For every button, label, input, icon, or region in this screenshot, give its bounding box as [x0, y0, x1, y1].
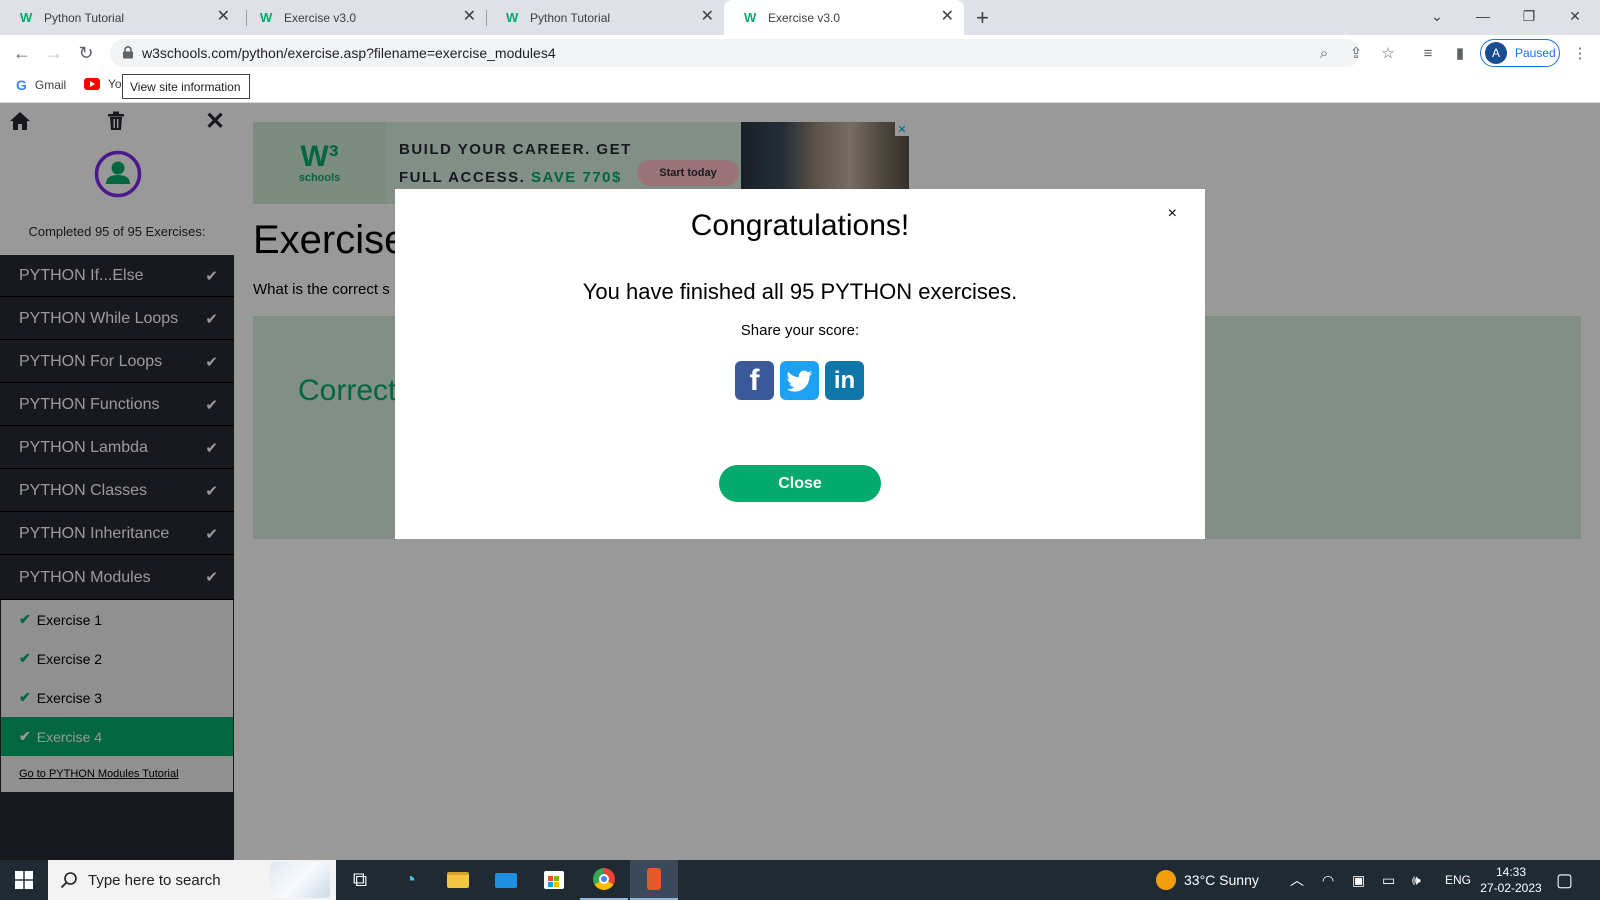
tab-title: Python Tutorial [530, 10, 611, 25]
meet-icon[interactable]: ▣ [1352, 860, 1365, 900]
congratulations-modal: × Congratulations! You have finished all… [395, 189, 1205, 539]
tab-title: Exercise v3.0 [284, 10, 357, 25]
minimize-icon[interactable]: — [1460, 0, 1506, 32]
windows-taskbar: Type here to search ⧉ ◔ 33°C Sunny ︿ ◠ ▣… [0, 860, 1600, 900]
w3schools-icon: W [260, 10, 273, 25]
w3schools-icon: W [744, 10, 757, 25]
bookmark-gmail[interactable]: G Gmail [16, 77, 66, 93]
modal-message: You have finished all 95 PYTHON exercise… [582, 279, 1018, 304]
w3schools-icon: W [506, 10, 519, 25]
url-text: w3schools.com/python/exercise.asp?filena… [142, 45, 556, 61]
clock-date: 27-02-2023 [1480, 881, 1542, 895]
tab-strip: W Python Tutorial ✕ W Exercise v3.0 ✕ W … [0, 0, 1600, 35]
browser-toolbar: ← → ↻ w3schools.com/python/exercise.asp?… [0, 35, 1600, 71]
file-explorer-icon[interactable] [434, 860, 482, 900]
avatar: A [1485, 42, 1507, 64]
w3schools-icon: W [20, 10, 33, 25]
notification-icon[interactable]: ▢ [1556, 860, 1573, 900]
search-icon [60, 872, 77, 889]
bookmark-youtube[interactable]: Yo [84, 77, 122, 91]
bookmark-label: Yo [108, 77, 122, 91]
star-icon[interactable]: ☆ [1378, 43, 1398, 63]
tab-python-tutorial-1[interactable]: W Python Tutorial ✕ [0, 0, 240, 35]
battery-icon[interactable]: ▭ [1382, 860, 1395, 900]
chrome-glyph [593, 868, 615, 890]
share-icon[interactable]: ⇪ [1346, 43, 1366, 63]
search-placeholder: Type here to search [88, 871, 221, 889]
forward-icon[interactable]: → [40, 39, 68, 67]
facebook-icon[interactable]: f [735, 361, 774, 400]
profile-status: Paused [1515, 46, 1556, 60]
start-button[interactable] [0, 860, 48, 900]
store-icon[interactable] [530, 860, 578, 900]
tab-title: Exercise v3.0 [768, 10, 841, 25]
recorder-glyph [647, 868, 661, 890]
linkedin-icon[interactable]: in [825, 361, 864, 400]
folder-glyph [447, 872, 469, 888]
restore-icon[interactable]: ❐ [1506, 0, 1552, 32]
close-button[interactable]: Close [719, 465, 881, 502]
close-tab-icon[interactable]: ✕ [463, 9, 476, 25]
network-icon[interactable]: ◠ [1322, 860, 1334, 900]
reload-icon[interactable]: ↻ [72, 39, 100, 67]
modal-title: Congratulations! [690, 209, 910, 242]
tab-search-icon[interactable]: ⌄ [1414, 0, 1460, 32]
youtube-icon [84, 78, 100, 90]
tab-python-tutorial-2[interactable]: W Python Tutorial ✕ [486, 0, 724, 35]
sun-icon [1156, 870, 1176, 890]
tab-exercise-1[interactable]: W Exercise v3.0 ✕ [240, 0, 486, 35]
new-tab-button[interactable]: + [976, 5, 989, 31]
task-view-icon[interactable]: ⧉ [336, 860, 384, 900]
page-content: ✕ Completed 95 of 95 Exercises: PYTHON I… [0, 103, 1600, 860]
bookmark-label: Gmail [34, 78, 67, 92]
search-highlight-image [270, 862, 330, 898]
site-info-tooltip: View site information [122, 74, 250, 99]
profile-button[interactable]: A Paused [1480, 39, 1560, 67]
mail-glyph [495, 872, 517, 888]
media-icon[interactable]: ≡ [1418, 43, 1438, 63]
back-icon[interactable]: ← [8, 39, 36, 67]
menu-icon[interactable]: ⋮ [1570, 43, 1590, 63]
close-tab-icon[interactable]: ✕ [941, 9, 954, 25]
close-tab-icon[interactable]: ✕ [701, 9, 714, 25]
social-share-buttons: f in [735, 361, 867, 401]
recorder-app-icon[interactable] [630, 860, 678, 900]
address-bar[interactable]: w3schools.com/python/exercise.asp?filena… [110, 39, 1360, 67]
side-panel-icon[interactable]: ▮ [1450, 43, 1470, 63]
show-hidden-icons-icon[interactable]: ︿ [1290, 860, 1304, 900]
volume-icon[interactable]: 🕪 [1412, 860, 1421, 900]
close-window-icon[interactable]: ✕ [1552, 0, 1598, 32]
windows-icon [15, 871, 33, 889]
edge-icon[interactable]: ◔ [386, 860, 434, 900]
google-icon: G [16, 77, 27, 93]
mail-icon[interactable] [482, 860, 530, 900]
twitter-bird-glyph [786, 370, 812, 392]
tab-title: Python Tutorial [44, 10, 125, 25]
chrome-icon[interactable] [580, 860, 628, 900]
close-tab-icon[interactable]: ✕ [217, 9, 230, 25]
clock[interactable]: 14:33 27-02-2023 [1476, 864, 1546, 896]
taskbar-search[interactable]: Type here to search [48, 860, 336, 900]
twitter-icon[interactable] [780, 361, 819, 400]
zoom-icon[interactable]: ⌕ [1314, 43, 1334, 63]
clock-time: 14:33 [1495, 865, 1527, 879]
weather-text: 33°C Sunny [1184, 872, 1259, 888]
store-glyph [544, 871, 564, 889]
lock-icon[interactable] [122, 46, 134, 59]
tab-exercise-active[interactable]: W Exercise v3.0 ✕ [724, 0, 964, 35]
share-label: Share your score: [740, 322, 860, 339]
weather-widget[interactable]: 33°C Sunny [1156, 860, 1259, 900]
language-indicator[interactable]: ENG [1445, 860, 1471, 900]
